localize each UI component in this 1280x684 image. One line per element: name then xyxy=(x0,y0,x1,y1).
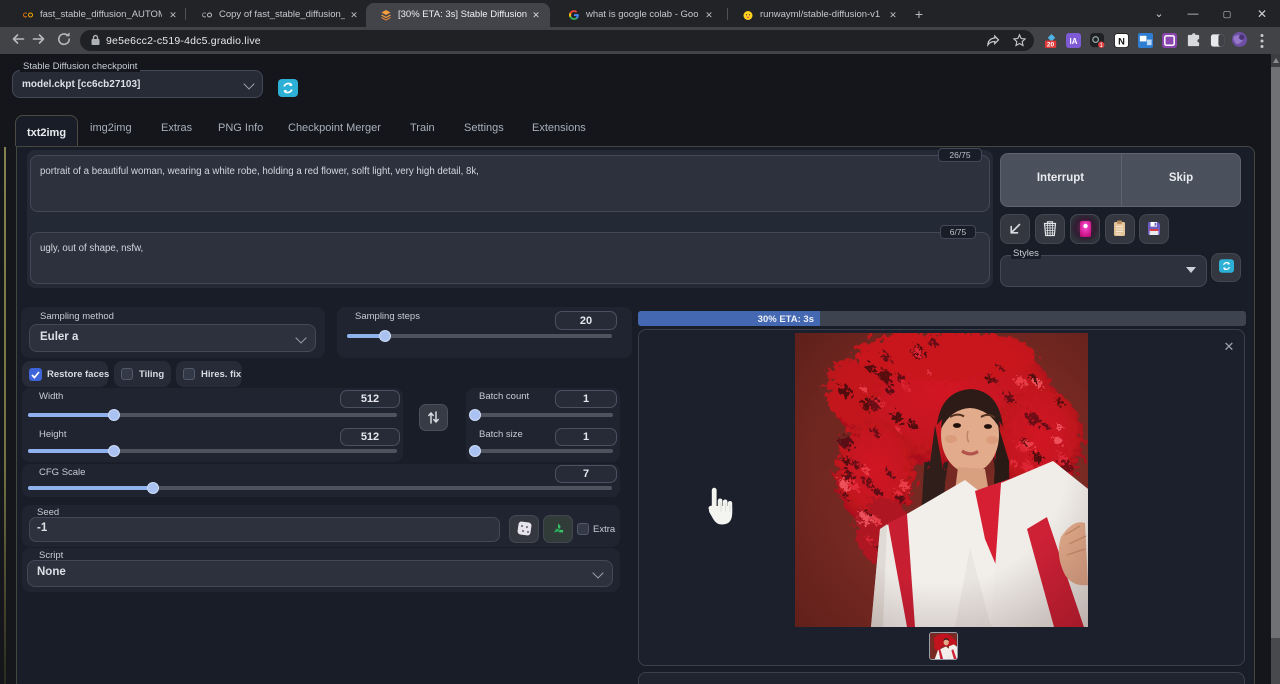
svg-text:N: N xyxy=(1118,36,1125,46)
svg-text:IA: IA xyxy=(1070,37,1078,46)
svg-text:20: 20 xyxy=(1047,42,1055,48)
